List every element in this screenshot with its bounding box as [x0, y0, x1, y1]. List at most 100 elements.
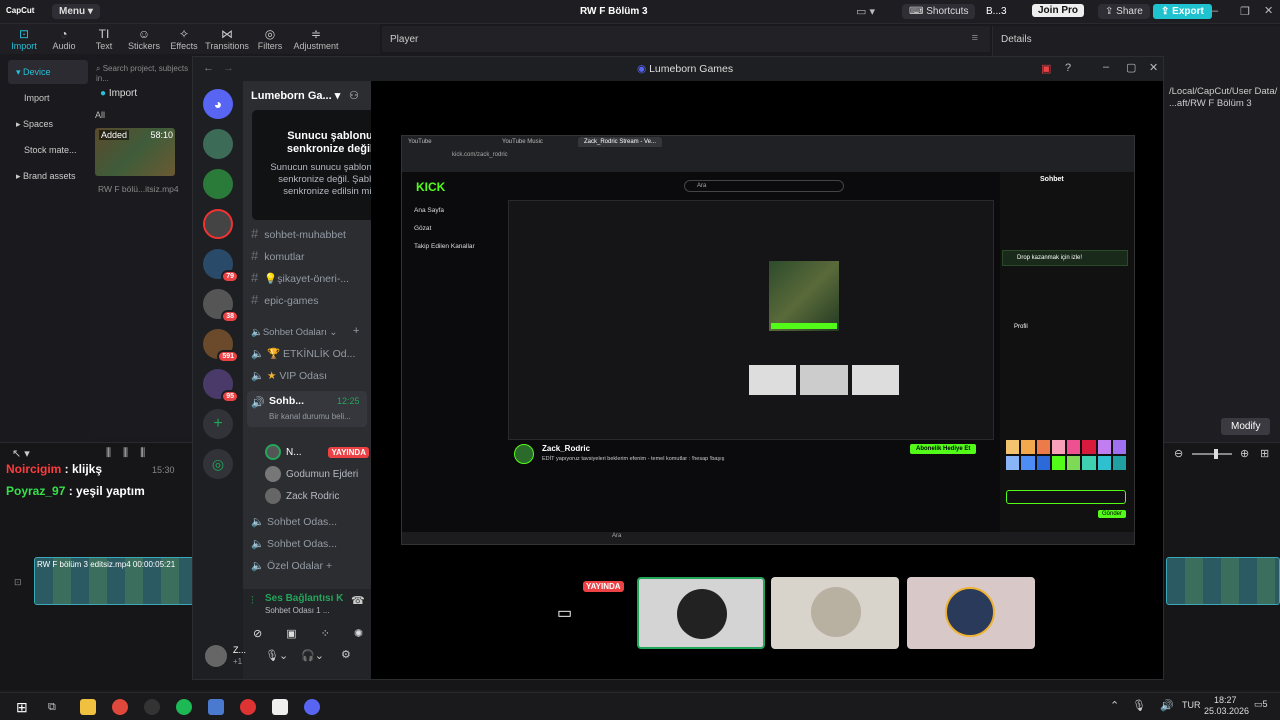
menu-button[interactable]: Menu ▾ — [52, 4, 100, 19]
browser-tab[interactable]: YouTube — [408, 139, 432, 145]
task-view-icon[interactable]: ⧉ — [48, 699, 64, 715]
channel-epic[interactable]: # epic-games — [243, 289, 371, 311]
streamer-name[interactable]: Zack_Rodric — [542, 444, 590, 453]
timeline-clip-2[interactable] — [1166, 557, 1280, 605]
capcut-icon[interactable] — [272, 698, 288, 715]
app-icon[interactable] — [208, 698, 224, 715]
explore-icon[interactable]: ◎ — [203, 449, 233, 479]
server-icon[interactable]: 79 — [203, 249, 239, 283]
screen-share-icon[interactable]: ▣ — [286, 627, 296, 640]
discord-close-icon[interactable]: ✕ — [1149, 61, 1158, 74]
inbox-icon[interactable]: ▣ — [1041, 62, 1051, 75]
settings-icon[interactable]: ⚙ — [341, 648, 351, 661]
discord-minimize-icon[interactable]: – — [1103, 61, 1109, 73]
mic-tray-icon[interactable]: 🎙 — [1132, 699, 1146, 712]
windows-start-icon[interactable]: ⊞ — [16, 699, 32, 715]
chrome-icon[interactable] — [112, 698, 128, 715]
mic-icon[interactable]: 🎙⌄ — [265, 649, 288, 662]
camera-off-icon[interactable]: ⊘ — [253, 627, 262, 640]
tray-chevron-icon[interactable]: ⌃ — [1110, 699, 1119, 712]
nav-device[interactable]: ▾ Device — [8, 60, 88, 84]
server-icon[interactable] — [203, 169, 233, 199]
color-picker[interactable] — [1006, 440, 1126, 470]
tab-adjustment[interactable]: ≑ Adjustment — [290, 27, 342, 51]
share-button[interactable]: ⇪ Share — [1098, 4, 1150, 19]
zoom-slider[interactable] — [1192, 453, 1232, 455]
disconnect-icon[interactable]: ☎ — [351, 594, 365, 607]
activities-icon[interactable]: ⁘ — [321, 627, 330, 640]
kick-nav-item[interactable]: Ana Sayfa — [414, 202, 475, 220]
participant-tile[interactable] — [907, 577, 1035, 649]
nav-spaces[interactable]: ▸ Spaces — [8, 112, 88, 136]
gift-sub-button[interactable]: Abonelik Hediye Et — [910, 444, 977, 454]
split-tools[interactable]: ⫼⫼⫼ — [106, 447, 157, 460]
participant-tile[interactable] — [637, 577, 765, 649]
add-channel-icon[interactable]: + — [353, 325, 359, 337]
tab-filters[interactable]: ◎ Filters — [250, 27, 290, 51]
voice-channel-vip[interactable]: 🔈 ★ VIP Odası — [243, 365, 371, 387]
discord-icon[interactable] — [304, 698, 320, 715]
app-icon[interactable] — [240, 698, 256, 715]
zoom-slider-handle[interactable] — [1214, 449, 1218, 459]
voice-member[interactable]: Zack Rodric — [265, 485, 369, 507]
discord-home-icon[interactable]: ◕ — [203, 89, 233, 119]
media-search[interactable]: ⌕ Search project, subjects in... — [96, 64, 196, 83]
server-icon[interactable]: 38 — [203, 289, 239, 323]
forward-icon[interactable]: → — [223, 62, 234, 74]
zoom-out-icon[interactable]: ⊖ — [1174, 447, 1183, 460]
help-icon[interactable]: ? — [1065, 62, 1071, 74]
media-clip[interactable]: Added 58:10 — [95, 128, 175, 176]
send-button[interactable]: Gönder — [1098, 510, 1127, 518]
timeline-clip[interactable]: RW F bölüm 3 editsiz.mp4 00:00:05:21 — [34, 557, 194, 605]
tab-transitions[interactable]: ⋈ Transitions — [204, 27, 250, 51]
tab-audio[interactable]: ◔ Audio — [44, 27, 84, 51]
maximize-icon[interactable]: ❐ — [1240, 5, 1250, 18]
import-media-button[interactable]: ● Import — [100, 88, 137, 99]
server-icon[interactable] — [203, 129, 233, 159]
voice-channel[interactable]: 🔈 Sohbet Odas... — [243, 511, 371, 533]
tab-effects[interactable]: ✧ Effects — [164, 27, 204, 51]
voice-member[interactable]: N... YAYINDA — [265, 441, 369, 463]
channel-sikayet[interactable]: # 💡şikayet-öneri-... — [243, 267, 371, 289]
kick-nav-item[interactable]: Gözat — [414, 220, 475, 238]
language-indicator[interactable]: TUR — [1182, 700, 1201, 710]
voice-channel[interactable]: 🔈 Özel Odalar + — [243, 555, 371, 577]
voice-category[interactable]: 🔈Sohbet Odaları ⌄ — [251, 327, 337, 338]
channel-sohbet[interactable]: # sohbet-muhabbet — [243, 223, 371, 245]
minimize-icon[interactable]: – — [1212, 5, 1218, 17]
close-icon[interactable]: ✕ — [1264, 4, 1273, 17]
nav-brand-assets[interactable]: ▸ Brand assets — [8, 164, 88, 188]
kick-search[interactable]: Ara — [684, 180, 844, 192]
tab-text[interactable]: TI Text — [84, 27, 124, 51]
soundboard-icon[interactable]: ✺ — [354, 627, 363, 640]
drop-banner[interactable]: Drop kazanmak için izle! — [1002, 250, 1128, 266]
spotify-icon[interactable] — [176, 698, 192, 715]
nav-stock[interactable]: Stock mate... — [8, 138, 88, 162]
tab-import[interactable]: ⊡ Import — [4, 27, 44, 51]
clock-time[interactable]: 18:27 — [1214, 695, 1237, 705]
voice-member[interactable]: Godumun Ejderi — [265, 463, 369, 485]
active-voice-channel[interactable]: 🔊 Sohb... 12:25 Bir kanal durumu beli... — [247, 391, 367, 427]
server-icon[interactable] — [203, 209, 233, 239]
server-name[interactable]: Lumeborn Ga... ▾ — [251, 89, 340, 102]
url-bar[interactable]: kick.com/zack_rodric — [452, 152, 508, 158]
chat-input[interactable] — [1006, 490, 1126, 504]
file-explorer-icon[interactable] — [80, 698, 96, 715]
headphones-icon[interactable]: 🎧⌄ — [301, 649, 324, 662]
export-button[interactable]: ⇪ Export — [1153, 4, 1212, 19]
channel-komutlar[interactable]: # komutlar — [243, 245, 371, 267]
clock-date[interactable]: 25.03.2026 — [1204, 706, 1249, 716]
join-pro-button[interactable]: Join Pro — [1032, 4, 1085, 17]
fit-icon[interactable]: ⊞ — [1260, 447, 1269, 460]
nav-import[interactable]: Import — [8, 86, 88, 110]
participant-tile[interactable] — [771, 577, 899, 649]
streamer-avatar[interactable] — [514, 444, 534, 464]
kick-nav-item[interactable]: Takip Edilen Kanallar — [414, 238, 475, 256]
shortcuts-button[interactable]: ⌨ Shortcuts — [902, 4, 976, 19]
player-menu-icon[interactable]: ≡ — [972, 32, 978, 44]
shared-screen[interactable]: YouTube YouTube Music Zack_Rodric Stream… — [401, 135, 1135, 545]
back-icon[interactable]: ← — [203, 62, 214, 74]
filter-all[interactable]: All — [95, 110, 105, 120]
server-icon[interactable]: 591 — [203, 329, 239, 363]
add-server-icon[interactable]: + — [203, 409, 233, 439]
